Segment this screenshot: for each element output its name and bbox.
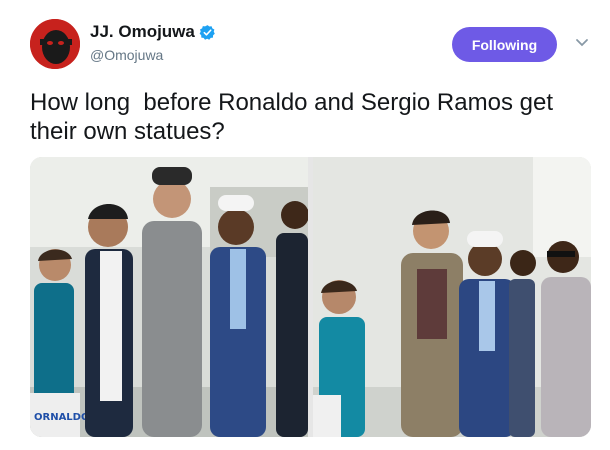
chevron-down-icon[interactable]: [575, 38, 589, 48]
author-handle[interactable]: @Omojuwa: [90, 47, 163, 63]
verified-badge-icon: [199, 24, 215, 40]
tweet: JJ. Omojuwa @Omojuwa Following How long …: [0, 0, 610, 450]
photo-right[interactable]: [313, 157, 591, 437]
following-button[interactable]: Following: [452, 27, 557, 62]
photo-left[interactable]: ORNALDO: [30, 157, 308, 437]
tweet-text: How long before Ronaldo and Sergio Ramos…: [30, 89, 560, 145]
avatar[interactable]: [30, 19, 80, 69]
display-name[interactable]: JJ. Omojuwa: [90, 22, 195, 42]
photo-caption-text: ORNALDO: [34, 412, 89, 423]
author-name-row: JJ. Omojuwa: [90, 22, 216, 42]
tweet-media: ORNALDO: [30, 157, 591, 437]
